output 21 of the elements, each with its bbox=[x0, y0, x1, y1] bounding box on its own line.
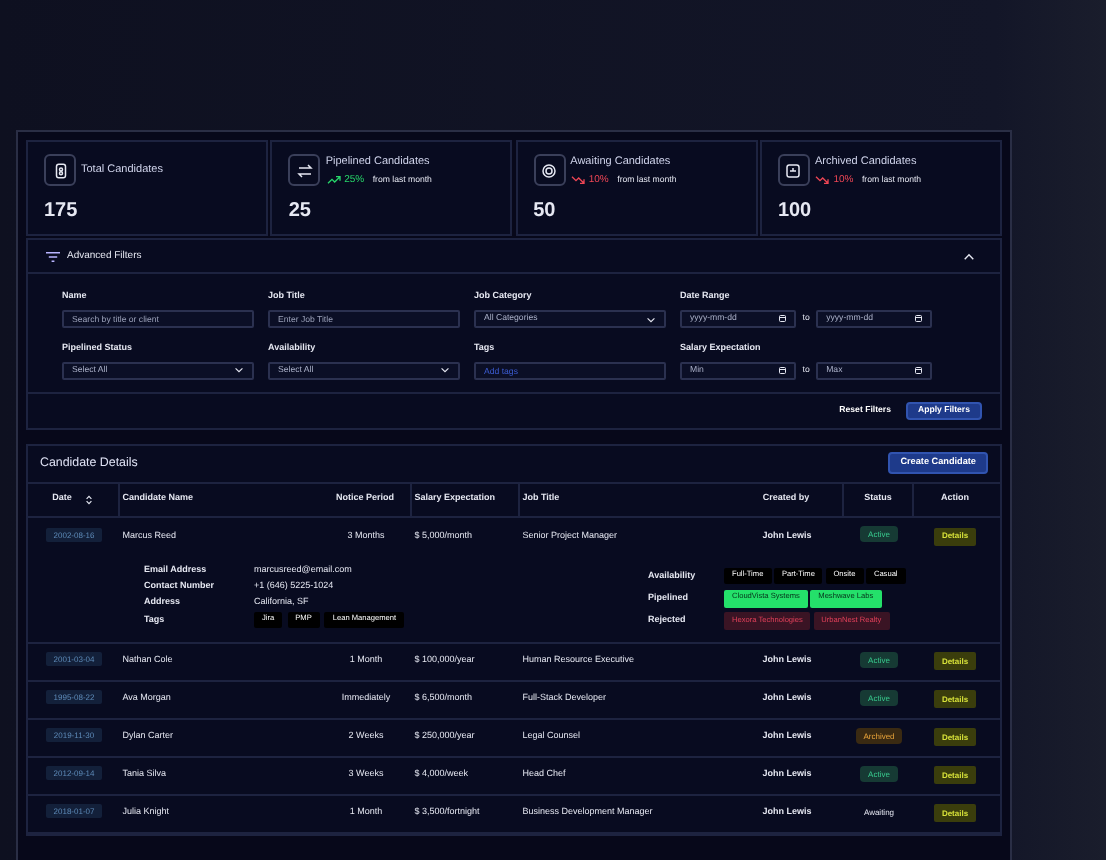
box-icon bbox=[784, 161, 803, 179]
chevron-up-icon bbox=[962, 251, 976, 262]
trend-up-icon bbox=[325, 174, 342, 187]
calendar-icon bbox=[777, 366, 786, 375]
calendar-icon bbox=[913, 314, 923, 324]
chevron-down-icon bbox=[646, 315, 656, 323]
chevron-down-icon bbox=[234, 366, 244, 375]
trend-down-icon bbox=[570, 174, 587, 187]
sort-icon bbox=[83, 493, 94, 506]
swap-arrows-icon bbox=[295, 161, 314, 179]
collapse-toggle[interactable] bbox=[962, 251, 976, 262]
chevron-down-icon bbox=[440, 366, 450, 375]
trend-down-icon bbox=[814, 174, 831, 187]
calendar-icon bbox=[913, 366, 923, 375]
id-badge-icon bbox=[51, 161, 69, 179]
stat-value: 175 bbox=[44, 202, 80, 222]
filter-icon bbox=[44, 249, 62, 264]
stat-value: 100 bbox=[777, 202, 814, 222]
stat-value: 50 bbox=[533, 202, 558, 222]
stat-value: 25 bbox=[288, 202, 313, 222]
calendar-icon bbox=[777, 314, 786, 324]
